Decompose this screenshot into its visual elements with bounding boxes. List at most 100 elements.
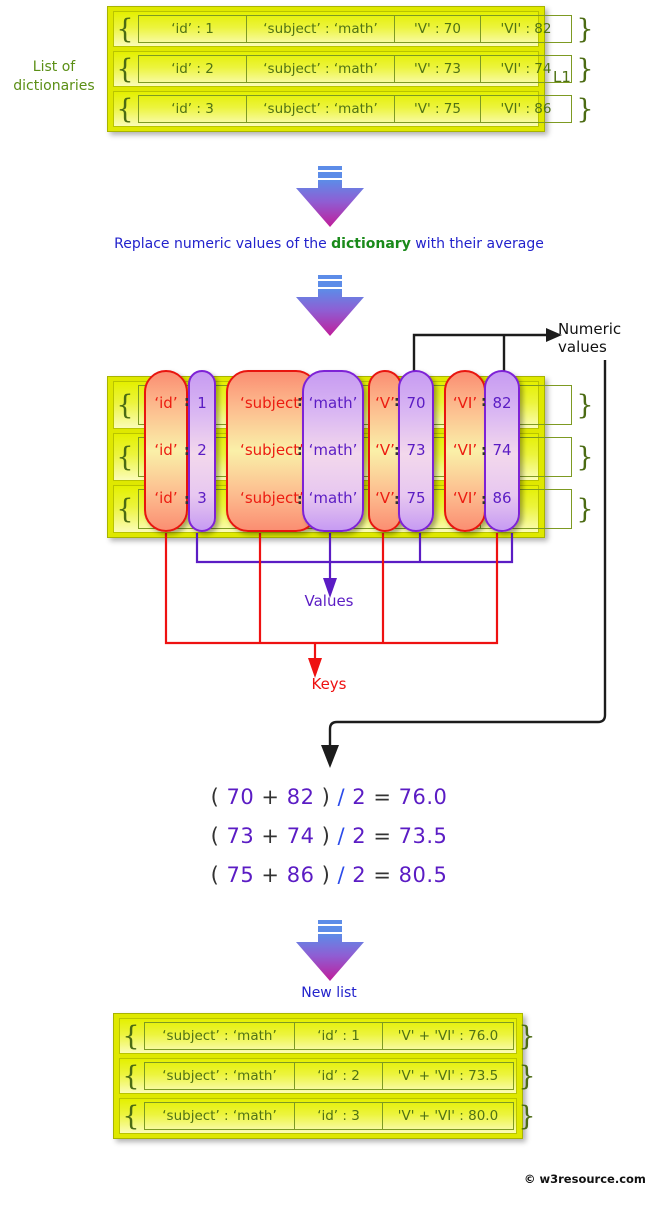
- cell: ‘subject’ : ‘math’: [145, 1063, 295, 1089]
- list-of-dictionaries-label: List of dictionaries: [4, 58, 104, 96]
- colon-glyph: :: [184, 394, 190, 411]
- cell: ‘id’ : 3: [295, 1103, 383, 1129]
- calculation-line: ( 75 + 86 ) / 2 = 80.5: [0, 856, 658, 895]
- pill-text: ‘math’: [308, 441, 358, 460]
- colon-glyph: :: [297, 442, 303, 459]
- replace-instruction-text: Replace numeric values of the dictionary…: [0, 236, 658, 252]
- key-value-colon: :::: [297, 370, 303, 532]
- result: 80.5: [398, 863, 448, 887]
- table-row: {‘id’ : 2 ‘subject’ : ‘math’ 'V' : 73 'VI' …: [113, 51, 594, 87]
- keys-label: Keys: [311, 675, 347, 693]
- equals-operator: =: [373, 785, 392, 809]
- divide-operator: /: [337, 863, 346, 887]
- pill-text: 1: [197, 394, 207, 413]
- cell: ‘id’ : 3: [139, 96, 247, 122]
- open-brace: {: [116, 13, 134, 45]
- open-brace: {: [116, 93, 134, 125]
- close-brace: }: [576, 493, 594, 525]
- pill-text: ‘VI’: [452, 394, 478, 413]
- cell: ‘subject’ : ‘math’: [145, 1023, 295, 1049]
- plus-operator: +: [261, 863, 280, 887]
- cell: ‘subject’ : ‘math’: [247, 96, 395, 122]
- pill-text: ‘subject’: [240, 441, 304, 460]
- pill-vi-key: ‘VI’ ‘VI’ ‘VI’: [444, 370, 486, 532]
- colon-glyph: :: [481, 442, 487, 459]
- close-brace: }: [518, 1020, 536, 1052]
- pill-text: 70: [406, 394, 426, 413]
- calculation-line: ( 70 + 82 ) / 2 = 76.0: [0, 778, 658, 817]
- average-calculations: ( 70 + 82 ) / 2 = 76.0 ( 73 + 74 ) / 2 =…: [0, 778, 658, 895]
- down-arrow-icon-1: [294, 166, 366, 228]
- pill-text: 74: [492, 441, 512, 460]
- pill-id-key: ‘id’ ‘id’ ‘id’: [144, 370, 188, 532]
- new-list-label: New list: [301, 985, 357, 1001]
- pill-text: 3: [197, 488, 207, 507]
- numeric-values-label: Numeric values: [558, 320, 654, 356]
- paren-close: ): [321, 824, 331, 848]
- close-brace: }: [576, 441, 594, 473]
- list-of-dictionaries-line-0: List of: [32, 59, 76, 75]
- cell: ‘id’ : 1: [295, 1023, 383, 1049]
- list-of-dictionaries-line-1: dictionaries: [13, 77, 95, 94]
- divide-operator: /: [337, 824, 346, 848]
- pill-text: ‘V’: [375, 488, 395, 507]
- table-row: {‘id’ : 3 ‘subject’ : ‘math’ 'V' : 75 'VI' …: [113, 91, 594, 127]
- close-brace: }: [518, 1100, 536, 1132]
- key-value-colon: :::: [394, 370, 400, 532]
- operand-a: 73: [226, 824, 255, 848]
- paren-open: (: [210, 863, 220, 887]
- pill-id-value: 1 2 3: [188, 370, 216, 532]
- table-row: {‘subject’ : ‘math’ ‘id’ : 3 'V' + 'VI' : …: [119, 1098, 536, 1134]
- pill-text: ‘V’: [375, 441, 395, 460]
- colon-glyph: :: [184, 491, 190, 508]
- values-label: Values: [304, 592, 354, 610]
- cell: 'V' : 75: [395, 96, 481, 122]
- key-value-colon: :::: [481, 370, 487, 532]
- pill-text: ‘id’: [154, 394, 178, 413]
- cell: 'V' + 'VI' : 73.5: [397, 1068, 499, 1084]
- operand-b: 82: [286, 785, 315, 809]
- table-row: {‘subject’ : ‘math’ ‘id’ : 1 'V' + 'VI' : …: [119, 1018, 536, 1054]
- operand-b: 74: [286, 824, 315, 848]
- cell: 'V' + 'VI' : 76.0: [397, 1028, 499, 1044]
- open-brace: {: [116, 493, 134, 525]
- down-arrow-icon-2: [294, 275, 366, 337]
- table-row: {‘id’ : 1 ‘subject’ : ‘math’ 'V' : 70 'VI' …: [113, 11, 594, 47]
- pill-text: 2: [197, 441, 207, 460]
- pill-text: ‘math’: [308, 394, 358, 413]
- open-brace: {: [116, 441, 134, 473]
- list-of-dictionaries-table: {‘id’ : 1 ‘subject’ : ‘math’ 'V' : 70 'VI' …: [107, 6, 594, 132]
- open-brace: {: [116, 389, 134, 421]
- cell: ‘id’ : 2: [139, 56, 247, 82]
- pill-text: ‘V’: [375, 394, 395, 413]
- paren-close: ): [321, 785, 331, 809]
- numeric-values-line-1: values: [558, 338, 607, 356]
- pill-text: 82: [492, 394, 512, 413]
- paren-open: (: [210, 824, 220, 848]
- down-arrow-icon-3: [294, 920, 366, 982]
- close-brace: }: [518, 1060, 536, 1092]
- calculation-line: ( 73 + 74 ) / 2 = 73.5: [0, 817, 658, 856]
- pill-text: 73: [406, 441, 426, 460]
- pill-subject-value: ‘math’ ‘math’ ‘math’: [302, 370, 364, 532]
- row-cells: ‘id’ : 3 ‘subject’ : ‘math’ 'V' : 75 'VI' :…: [138, 95, 572, 123]
- cell: 'VI' : 82: [500, 21, 552, 37]
- key-value-colon: :::: [184, 370, 190, 532]
- replace-highlight: dictionary: [331, 236, 411, 252]
- l1-label: L1: [553, 68, 571, 86]
- colon-glyph: :: [297, 491, 303, 508]
- pill-text: ‘id’: [154, 441, 178, 460]
- divide-operator: /: [337, 785, 346, 809]
- replace-suffix: with their average: [410, 236, 544, 252]
- close-brace: }: [576, 389, 594, 421]
- cell: ‘subject’ : ‘math’: [247, 16, 395, 42]
- pill-text: ‘subject’: [240, 394, 304, 413]
- cell: ‘id’ : 2: [295, 1063, 383, 1089]
- cell: 'V' : 70: [395, 16, 481, 42]
- cell: 'V' + 'VI' : 80.0: [397, 1108, 499, 1124]
- pill-vi-value: 82 74 86: [484, 370, 520, 532]
- watermark: © w3resource.com: [524, 1172, 646, 1186]
- cell: ‘id’ : 1: [139, 16, 247, 42]
- row-cells: ‘subject’ : ‘math’ ‘id’ : 2 'V' + 'VI' : 7…: [144, 1062, 514, 1090]
- paren-open: (: [210, 785, 220, 809]
